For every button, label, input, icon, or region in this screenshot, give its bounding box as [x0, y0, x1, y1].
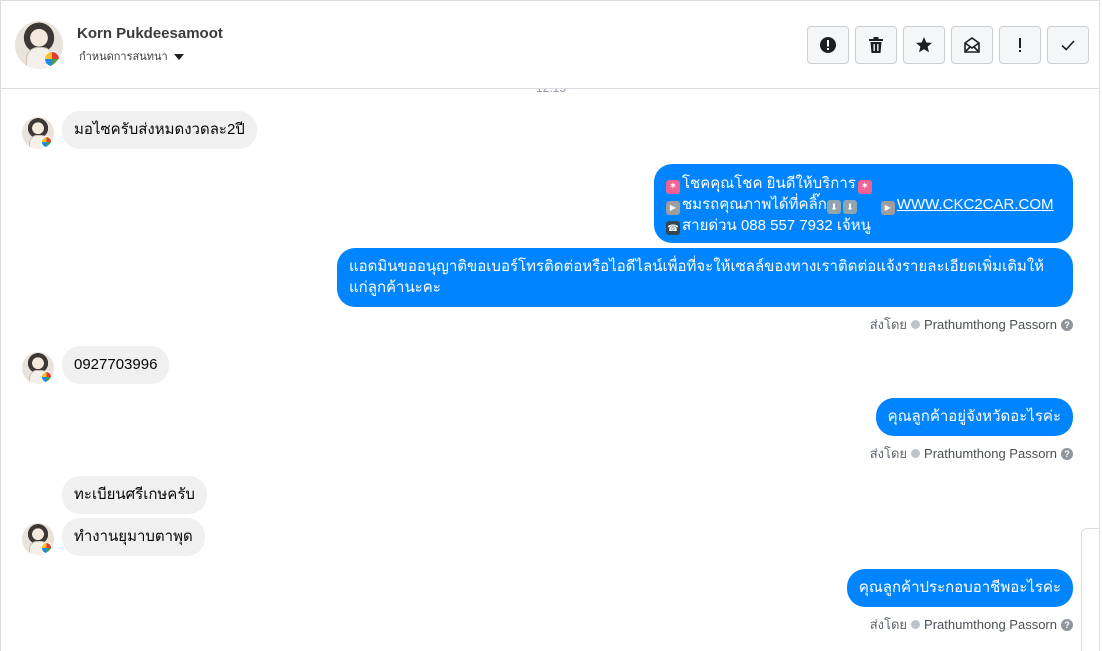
outgoing-message[interactable]: แอดมินขออนุญาติขอเบอร์โทรติดต่อหรือไอดีไ…: [337, 248, 1073, 307]
agent-name: Prathumthong Passorn: [924, 617, 1057, 632]
chat-window: Korn Pukdeesamoot กำหนดการสนทนา มอไซครับ…: [0, 0, 1100, 651]
action-toolbar: [807, 26, 1089, 64]
customer-avatar[interactable]: [22, 117, 54, 149]
sparkle-emoji-icon: ✶: [857, 180, 872, 194]
sent-by-info: ส่งโดย Prathumthong Passorn ?: [870, 614, 1073, 635]
sent-by-label: ส่งโดย: [869, 617, 908, 632]
side-panel-tab[interactable]: [1081, 528, 1099, 651]
flag-important-button[interactable]: [999, 26, 1041, 64]
assign-conversation-dropdown[interactable]: กำหนดการสนทนา: [79, 47, 184, 65]
outgoing-message[interactable]: คุณลูกค้าประกอบอาชีพอะไรค่ะ: [846, 569, 1073, 607]
incoming-message[interactable]: มอไซครับส่งหมดงวดละ2ปี: [62, 111, 257, 149]
outgoing-message[interactable]: ✶ โชคคุณโชค ยินดีให้บริการ ✶ ▶ ชมรถคุณภาพได…: [654, 164, 1073, 243]
mark-done-button[interactable]: [1047, 26, 1089, 64]
sparkle-emoji-icon: ✶: [666, 180, 680, 194]
phone-emoji-icon: ☎: [666, 221, 680, 235]
outgoing-message[interactable]: คุณลูกค้าอยู่จังหวัดอะไรค่ะ: [875, 398, 1073, 436]
chevron-down-icon: [173, 53, 184, 60]
agent-status-icon: [911, 449, 921, 458]
sent-by-label: ส่งโดย: [869, 446, 908, 461]
contact-name[interactable]: Korn Pukdeesamoot: [77, 25, 223, 42]
sent-by-info: ส่งโดย Prathumthong Passorn ?: [870, 443, 1073, 464]
contact-avatar[interactable]: [15, 21, 63, 69]
message-thread[interactable]: มอไซครับส่งหมดงวดละ2ปี ✶ โชคคุณโชค ยินดีใ…: [1, 90, 1099, 651]
checkmark-icon: [1061, 40, 1075, 51]
alert-circle-icon: [820, 37, 836, 53]
exclamation-icon: [1019, 38, 1021, 52]
customer-avatar[interactable]: [22, 352, 54, 384]
mark-unread-button[interactable]: [951, 26, 993, 64]
sent-by-info: ส่งโดย Prathumthong Passorn ?: [870, 314, 1073, 335]
help-icon[interactable]: ?: [1061, 447, 1073, 460]
trash-icon: [869, 37, 883, 53]
help-icon[interactable]: ?: [1061, 618, 1073, 631]
delete-button[interactable]: [855, 26, 897, 64]
down-arrow-emoji-icon: ⬇: [842, 200, 857, 214]
agent-name: Prathumthong Passorn: [924, 446, 1057, 461]
status-badge: [43, 50, 61, 68]
down-arrow-emoji-icon: ⬇: [826, 200, 841, 214]
help-icon[interactable]: ?: [1061, 318, 1073, 331]
promo-line-2: ▶ ชมรถคุณภาพได้ที่คลิ๊ก ⬇ ⬇ ▶ WWW.CKC2CAR.COM: [666, 194, 1061, 215]
play-emoji-icon: ▶: [666, 201, 680, 215]
star-button[interactable]: [903, 26, 945, 64]
conversation-header: Korn Pukdeesamoot กำหนดการสนทนา: [1, 1, 1099, 89]
report-button[interactable]: [807, 26, 849, 64]
envelope-icon: [964, 37, 980, 53]
sent-by-label: ส่งโดย: [869, 317, 908, 332]
incoming-message[interactable]: ทะเบียนศรีเกษครับ: [62, 476, 207, 514]
star-icon: [916, 37, 932, 53]
promo-line-1: ✶ โชคคุณโชค ยินดีให้บริการ ✶: [666, 173, 1061, 194]
incoming-message[interactable]: ทำงานยุมาบตาพุด: [62, 518, 205, 556]
agent-status-icon: [911, 620, 921, 629]
agent-status-icon: [911, 320, 921, 329]
customer-avatar[interactable]: [22, 523, 54, 555]
website-link[interactable]: WWW.CKC2CAR.COM: [897, 196, 1054, 213]
promo-line-3: ☎ สายด่วน 088 557 7932 เจ้หนู: [666, 217, 871, 235]
incoming-message[interactable]: 0927703996: [62, 346, 170, 384]
play-emoji-icon: ▶: [880, 201, 895, 215]
assign-label: กำหนดการสนทนา: [79, 51, 168, 63]
agent-name: Prathumthong Passorn: [924, 317, 1057, 332]
